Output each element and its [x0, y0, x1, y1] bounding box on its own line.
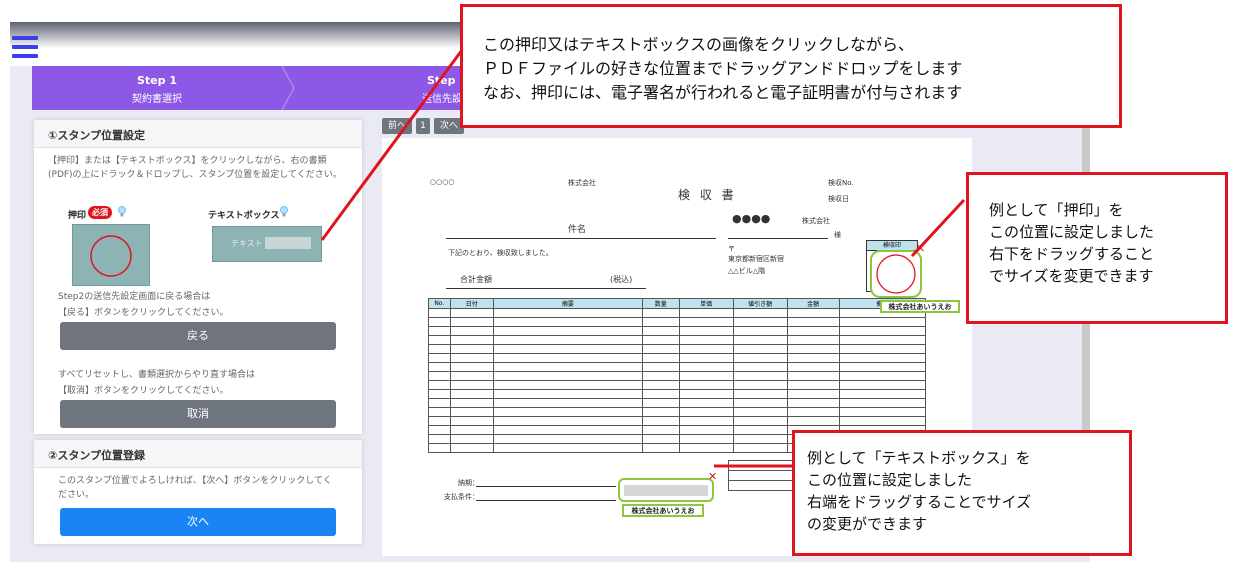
callout-drag-instructions: この押印又はテキストボックスの画像をクリックしながら、 ＰＤＦファイルの好きな位…: [460, 4, 1122, 128]
arrow-right: [910, 198, 966, 258]
callout-right-line-3: 右下をドラッグすること: [989, 245, 1155, 263]
callout-right-line-2: この位置に設定しました: [989, 223, 1155, 241]
callout-bottom-line-1: 例として「テキストボックス」を: [807, 449, 1031, 467]
callout-bottom-line-3: 右端をドラッグすることでサイズ: [807, 493, 1032, 511]
callout-textbox-example: 例として「テキストボックス」を この位置に設定しました 右端をドラッグすることで…: [792, 430, 1132, 556]
callout-top-line-2: ＰＤＦファイルの好きな位置までドラッグアンドドロップをします: [483, 59, 963, 78]
arrow-top: [320, 49, 464, 241]
callout-top-line-1: この押印又はテキストボックスの画像をクリックしながら、: [483, 35, 915, 54]
callout-top-line-3: なお、押印には、電子署名が行われると電子証明書が付与されます: [483, 83, 963, 102]
callout-bottom-line-2: この位置に設定しました: [807, 471, 973, 489]
callout-right-line-1: 例として「押印」を: [989, 201, 1124, 219]
callout-seal-example: 例として「押印」を この位置に設定しました 右下をドラッグすること でサイズを変…: [966, 172, 1228, 324]
callout-right-line-4: でサイズを変更できます: [989, 267, 1154, 285]
callout-bottom-line-4: の変更ができます: [807, 515, 928, 533]
